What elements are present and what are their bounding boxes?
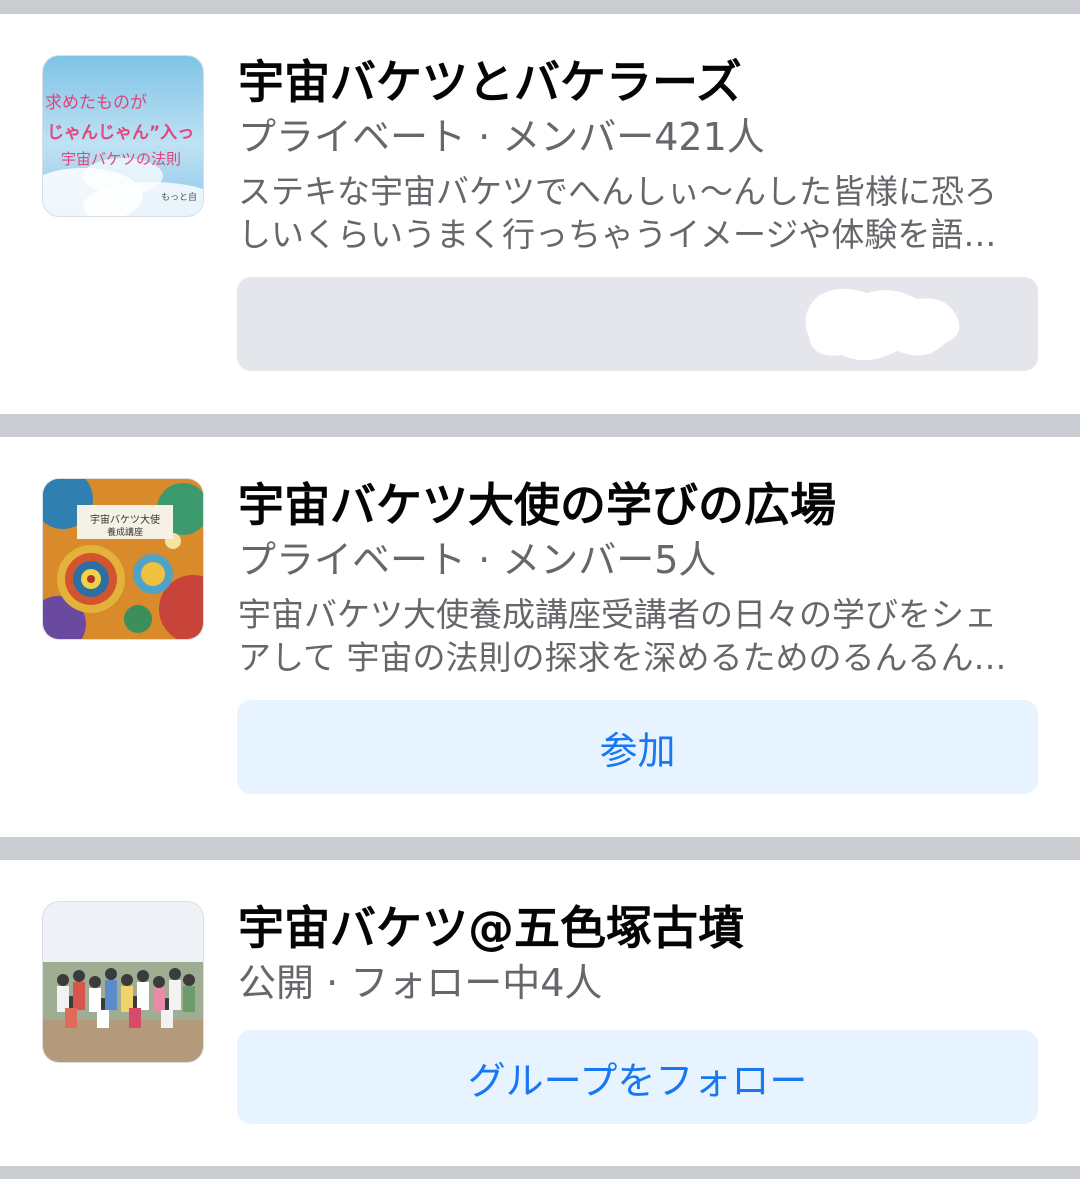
svg-text:宇宙バケツ大使: 宇宙バケツ大使 bbox=[90, 513, 160, 526]
group-meta: プライベート · メンバー421人 bbox=[238, 115, 765, 159]
book-cover-image: 求めたものが じゃんじゃん”入っ 宇宙バケツの法則 もっと自 bbox=[43, 56, 203, 216]
group-title[interactable]: 宇宙バケツとバケラーズ bbox=[238, 54, 742, 110]
svg-text:養成講座: 養成講座 bbox=[107, 526, 143, 538]
group-results-list: 求めたものが じゃんじゃん”入っ 宇宙バケツの法則 もっと自 宇宙バケツとバケラ… bbox=[0, 0, 1080, 1179]
group-thumbnail[interactable]: 求めたものが じゃんじゃん”入っ 宇宙バケツの法則 もっと自 bbox=[43, 56, 203, 216]
follow-button-label: グループをフォロー bbox=[467, 1058, 808, 1103]
svg-text:もっと自: もっと自 bbox=[161, 191, 197, 203]
description-line: 宇宙バケツ大使養成講座受講者の日々の学びをシェ bbox=[238, 595, 997, 634]
follow-group-button[interactable]: グループをフォロー bbox=[237, 1030, 1038, 1124]
group-card[interactable]: 求めたものが じゃんじゃん”入っ 宇宙バケツの法則 もっと自 宇宙バケツとバケラ… bbox=[0, 14, 1080, 414]
svg-text:求めたものが: 求めたものが bbox=[45, 93, 147, 113]
svg-text:宇宙バケツの法則: 宇宙バケツの法則 bbox=[61, 150, 181, 168]
group-meta: プライベート · メンバー5人 bbox=[238, 538, 717, 582]
group-meta: 公開 · フォロー中4人 bbox=[238, 961, 603, 1005]
join-button-label: 参加 bbox=[599, 728, 676, 773]
group-title[interactable]: 宇宙バケツ大使の学びの広場 bbox=[238, 477, 836, 533]
description-line: アして 宇宙の法則の探求を深めるためのるんるん… bbox=[238, 638, 1007, 677]
group-card[interactable]: 宇宙バケツ@五色塚古墳 公開 · フォロー中4人 グループをフォロー bbox=[0, 860, 1080, 1166]
group-description: 宇宙バケツ大使養成講座受講者の日々の学びをシェ アして 宇宙の法則の探求を深める… bbox=[238, 593, 1028, 679]
group-title[interactable]: 宇宙バケツ@五色塚古墳 bbox=[238, 900, 744, 956]
join-button[interactable]: 参加 bbox=[237, 700, 1038, 794]
group-thumbnail[interactable] bbox=[43, 902, 203, 1062]
description-line: しいくらいうまく行っちゃうイメージや体験を語… bbox=[238, 215, 997, 254]
redaction-mark bbox=[805, 288, 960, 361]
group-card[interactable]: 宇宙バケツ大使 養成講座 宇宙バケツ大使の学びの広場 プライベート · メンバー… bbox=[0, 437, 1080, 837]
group-photo-image bbox=[43, 902, 203, 1062]
description-line: ステキな宇宙バケツでへんしぃ〜んした皆様に恐ろ bbox=[238, 172, 997, 211]
group-action-button[interactable] bbox=[237, 277, 1038, 371]
group-description: ステキな宇宙バケツでへんしぃ〜んした皆様に恐ろ しいくらいうまく行っちゃうイメー… bbox=[238, 170, 1028, 256]
svg-text:じゃんじゃん”入っ: じゃんじゃん”入っ bbox=[47, 123, 194, 143]
group-thumbnail[interactable]: 宇宙バケツ大使 養成講座 bbox=[43, 479, 203, 639]
mandala-artwork-image: 宇宙バケツ大使 養成講座 bbox=[43, 479, 203, 639]
